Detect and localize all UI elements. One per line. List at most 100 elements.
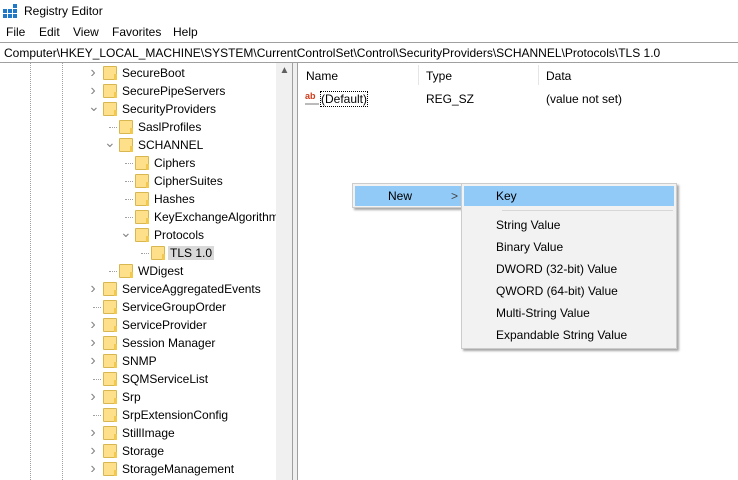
value-data: (value not set)	[546, 92, 623, 106]
tree-item-label: StillImage	[122, 426, 175, 440]
value-name[interactable]: (Default)	[319, 91, 369, 107]
chevron-right-icon[interactable]: ›	[88, 389, 98, 405]
tree-item[interactable]: SrpExtensionConfig	[0, 406, 276, 424]
menu-view[interactable]: View	[73, 25, 99, 39]
tree-item-label: Protocols	[154, 228, 205, 242]
folder-icon	[103, 462, 117, 476]
chevron-right-icon[interactable]: ›	[88, 335, 98, 351]
folder-icon	[135, 192, 149, 206]
tree-item[interactable]: ⌄ SecurityProviders	[0, 99, 276, 118]
tree-item[interactable]: › Srp	[0, 388, 276, 406]
menu-help[interactable]: Help	[173, 25, 198, 39]
chevron-right-icon[interactable]: ›	[88, 353, 98, 369]
tree-connector	[109, 127, 117, 128]
chevron-down-icon[interactable]: ⌄	[88, 99, 100, 113]
chevron-right-icon[interactable]: ›	[88, 461, 98, 477]
menu-item-string-value[interactable]: String Value	[464, 215, 674, 235]
tree-item-label: SCHANNEL	[138, 138, 204, 152]
tree-item[interactable]: CipherSuites	[0, 172, 276, 190]
folder-icon	[103, 336, 117, 350]
tree-item[interactable]: › Storage	[0, 442, 276, 460]
menu-edit[interactable]: Edit	[39, 25, 60, 39]
tree-item-label: ServiceGroupOrder	[122, 300, 227, 314]
submenu-arrow-icon: >	[451, 189, 459, 203]
tree-item[interactable]: › ServiceAggregatedEvents	[0, 280, 276, 298]
tree-item[interactable]: ServiceGroupOrder	[0, 298, 276, 316]
tree-item[interactable]: › ServiceProvider	[0, 316, 276, 334]
menu-item-qword-value[interactable]: QWORD (64-bit) Value	[464, 281, 674, 301]
tree-connector	[93, 415, 101, 416]
chevron-right-icon[interactable]: ›	[88, 65, 98, 81]
column-data[interactable]: Data	[546, 69, 571, 83]
menu-favorites[interactable]: Favorites	[112, 25, 161, 39]
tree-item[interactable]: ⌄ Protocols	[0, 225, 276, 244]
folder-icon	[103, 372, 117, 386]
tree-item-label: WDigest	[138, 264, 184, 278]
key-tree: › SecureBoot › SecurePipeServers ⌄ SecurityPr…	[0, 63, 293, 480]
menu-item-binary-value[interactable]: Binary Value	[464, 237, 674, 257]
menu-item-new[interactable]: New >	[355, 186, 461, 206]
tree-item[interactable]: Ciphers	[0, 154, 276, 172]
folder-icon	[119, 138, 133, 152]
folder-icon	[151, 246, 165, 260]
column-type[interactable]: Type	[426, 69, 452, 83]
folder-icon	[103, 300, 117, 314]
chevron-right-icon[interactable]: ›	[88, 83, 98, 99]
folder-icon	[103, 354, 117, 368]
folder-icon	[135, 210, 149, 224]
folder-icon	[103, 390, 117, 404]
tree-item[interactable]: › StillImage	[0, 424, 276, 442]
chevron-down-icon[interactable]: ⌄	[104, 135, 116, 149]
tree-connector	[93, 307, 101, 308]
tree-scrollbar[interactable]: ▲	[276, 63, 292, 480]
new-submenu: Key String Value Binary Value DWORD (32-…	[461, 183, 677, 349]
menu-item-dword-value[interactable]: DWORD (32-bit) Value	[464, 259, 674, 279]
tree-item[interactable]: KeyExchangeAlgorithms	[0, 208, 285, 226]
chevron-right-icon[interactable]: ›	[88, 281, 98, 297]
folder-icon	[119, 120, 133, 134]
menu-item-expandable-string-value[interactable]: Expandable String Value	[464, 325, 674, 345]
tree-item[interactable]: SaslProfiles	[0, 118, 276, 136]
menu-file[interactable]: File	[6, 25, 25, 39]
menu-bar: File Edit View Favorites Help	[0, 22, 738, 42]
tree-item[interactable]: ⌄ SCHANNEL	[0, 135, 276, 154]
tree-item-label: SecurePipeServers	[122, 84, 226, 98]
menu-item-multi-string-value[interactable]: Multi-String Value	[464, 303, 674, 323]
chevron-right-icon[interactable]: ›	[88, 317, 98, 333]
folder-icon	[135, 156, 149, 170]
folder-icon	[103, 426, 117, 440]
tree-item[interactable]: Hashes	[0, 190, 276, 208]
tree-item-label: ServiceAggregatedEvents	[122, 282, 261, 296]
scroll-up-icon[interactable]: ▲	[276, 65, 292, 76]
tree-item[interactable]: SQMServiceList	[0, 370, 276, 388]
address-bar[interactable]: Computer\HKEY_LOCAL_MACHINE\SYSTEM\Curre…	[0, 42, 738, 63]
column-name[interactable]: Name	[306, 69, 338, 83]
chevron-right-icon[interactable]: ›	[88, 443, 98, 459]
folder-icon	[103, 408, 117, 422]
window-title: Registry Editor	[24, 4, 103, 18]
tree-item-label: SNMP	[122, 354, 157, 368]
context-menu: New >	[352, 183, 463, 208]
menu-item-key[interactable]: Key	[464, 186, 674, 206]
menu-separator	[502, 210, 673, 211]
string-value-icon: ab	[305, 91, 319, 105]
tree-item-label: Ciphers	[154, 156, 196, 170]
tree-connector	[109, 271, 117, 272]
tree-item-label: KeyExchangeAlgorithms	[154, 210, 285, 224]
tree-item-label: CipherSuites	[154, 174, 223, 188]
tree-item-label: Srp	[122, 390, 141, 404]
tree-item-label: ServiceProvider	[122, 318, 207, 332]
tree-item[interactable]: › SNMP	[0, 352, 276, 370]
tree-item[interactable]: › StorageManagement	[0, 460, 276, 478]
tree-item[interactable]: › SecureBoot	[0, 64, 276, 82]
chevron-down-icon[interactable]: ⌄	[120, 225, 132, 239]
folder-icon	[103, 282, 117, 296]
chevron-right-icon[interactable]: ›	[88, 425, 98, 441]
folder-icon	[103, 444, 117, 458]
tree-item[interactable]: WDigest	[0, 262, 276, 280]
folder-icon	[103, 318, 117, 332]
tree-item[interactable]: › SecurePipeServers	[0, 82, 276, 100]
tree-item[interactable]: TLS 1.0	[0, 244, 276, 262]
tree-item-label: TLS 1.0	[168, 246, 215, 260]
tree-item[interactable]: › Session Manager	[0, 334, 276, 352]
